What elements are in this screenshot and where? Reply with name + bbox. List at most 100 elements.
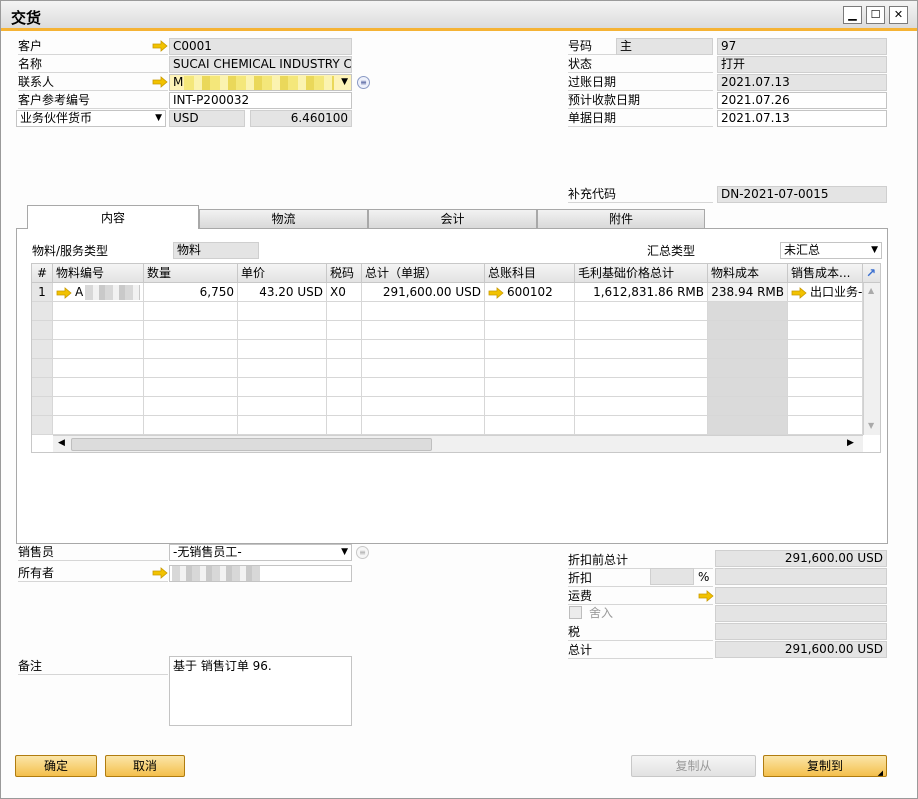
empty-grid-cell[interactable] xyxy=(575,321,708,340)
due-date-field[interactable]: 2021.07.26 xyxy=(717,92,887,109)
empty-grid-cell[interactable] xyxy=(238,397,327,416)
col-header-unit-price[interactable]: 单价 xyxy=(238,264,327,283)
cell-item-no[interactable]: A xyxy=(53,283,144,302)
customer-field[interactable]: C0001 xyxy=(169,38,352,55)
sales-employee-info-icon[interactable]: ≡ xyxy=(356,546,369,559)
cell-quantity[interactable]: 6,750 xyxy=(144,283,238,302)
minimize-button[interactable]: ▁ xyxy=(843,6,862,24)
scroll-down-icon[interactable]: ▼ xyxy=(868,421,874,430)
empty-grid-cell[interactable] xyxy=(53,378,144,397)
name-field[interactable]: SUCAI CHEMICAL INDUSTRY CO xyxy=(169,56,352,73)
col-header-gross-profit-base[interactable]: 毛利基础价格总计 xyxy=(575,264,708,283)
grid-settings-corner[interactable]: ↗ xyxy=(863,264,880,283)
owner-field[interactable] xyxy=(169,565,352,582)
remarks-textarea[interactable]: 基于 销售订单 96. xyxy=(169,656,352,726)
empty-grid-cell[interactable] xyxy=(327,378,362,397)
empty-grid-cell[interactable] xyxy=(327,321,362,340)
empty-grid-cell[interactable] xyxy=(362,359,485,378)
empty-grid-cell[interactable] xyxy=(575,302,708,321)
posting-date-field[interactable]: 2021.07.13 xyxy=(717,74,887,91)
link-arrow-icon[interactable] xyxy=(152,567,168,579)
col-header-item-cost[interactable]: 物料成本 xyxy=(708,264,788,283)
empty-grid-cell[interactable] xyxy=(32,321,53,340)
cell-gl-account[interactable]: 600102 xyxy=(485,283,575,302)
empty-grid-cell[interactable] xyxy=(788,340,863,359)
empty-grid-cell[interactable] xyxy=(485,340,575,359)
empty-grid-cell[interactable] xyxy=(53,397,144,416)
doc-number-field[interactable]: 97 xyxy=(717,38,887,55)
supp-code-field[interactable]: DN-2021-07-0015 xyxy=(717,186,887,203)
empty-grid-cell[interactable] xyxy=(327,416,362,435)
empty-grid-cell[interactable] xyxy=(327,302,362,321)
sales-employee-select[interactable]: -无销售员工- ▼ xyxy=(169,544,352,561)
close-button[interactable]: ✕ xyxy=(889,6,908,24)
empty-grid-cell[interactable] xyxy=(788,397,863,416)
tab-contents[interactable]: 内容 xyxy=(27,205,199,229)
tab-attachments[interactable]: 附件 xyxy=(537,209,705,229)
empty-grid-cell[interactable] xyxy=(53,321,144,340)
empty-grid-cell[interactable] xyxy=(362,302,485,321)
link-arrow-icon[interactable] xyxy=(56,287,72,299)
empty-grid-cell[interactable] xyxy=(788,378,863,397)
empty-grid-cell[interactable] xyxy=(788,359,863,378)
freight-field[interactable] xyxy=(715,587,887,604)
summary-type-select[interactable]: 未汇总 ▼ xyxy=(780,242,882,259)
empty-grid-cell[interactable] xyxy=(327,397,362,416)
empty-grid-cell[interactable] xyxy=(485,321,575,340)
grid-vertical-scrollbar[interactable]: ▲ ▼ xyxy=(863,283,880,435)
col-header-gl-account[interactable]: 总账科目 xyxy=(485,264,575,283)
cancel-button[interactable]: 取消 xyxy=(105,755,185,777)
scroll-up-icon[interactable]: ▲ xyxy=(868,286,874,295)
empty-grid-cell[interactable] xyxy=(327,340,362,359)
empty-grid-cell[interactable] xyxy=(485,359,575,378)
empty-grid-cell[interactable] xyxy=(32,397,53,416)
copy-from-button[interactable]: 复制从 xyxy=(631,755,756,777)
tab-accounting[interactable]: 会计 xyxy=(368,209,537,229)
empty-grid-cell[interactable] xyxy=(144,397,238,416)
empty-grid-cell[interactable] xyxy=(144,321,238,340)
empty-grid-cell[interactable] xyxy=(238,321,327,340)
empty-grid-cell[interactable] xyxy=(485,416,575,435)
link-arrow-icon[interactable] xyxy=(791,287,807,299)
contact-select[interactable]: M ▼ xyxy=(169,74,352,91)
empty-grid-cell[interactable] xyxy=(485,397,575,416)
link-arrow-icon[interactable] xyxy=(152,40,168,52)
exchange-rate-field[interactable]: 6.460100 xyxy=(250,110,352,127)
empty-grid-cell[interactable] xyxy=(575,359,708,378)
ok-button[interactable]: 确定 xyxy=(15,755,97,777)
scroll-right-icon[interactable]: ▶ xyxy=(847,438,854,448)
empty-grid-cell[interactable] xyxy=(788,302,863,321)
customer-ref-field[interactable]: INT-P200032 xyxy=(169,92,352,109)
empty-grid-cell[interactable] xyxy=(144,378,238,397)
empty-grid-cell[interactable] xyxy=(32,340,53,359)
cell-tax-code[interactable]: X0 xyxy=(327,283,362,302)
row-number[interactable]: 1 xyxy=(32,283,53,302)
empty-grid-cell[interactable] xyxy=(144,416,238,435)
empty-grid-cell[interactable] xyxy=(327,359,362,378)
empty-grid-cell[interactable] xyxy=(32,302,53,321)
scroll-thumb[interactable] xyxy=(71,438,432,451)
link-arrow-icon[interactable] xyxy=(152,76,168,88)
empty-grid-cell[interactable] xyxy=(32,416,53,435)
rounding-checkbox[interactable] xyxy=(569,606,582,619)
empty-grid-cell[interactable] xyxy=(53,340,144,359)
empty-grid-cell[interactable] xyxy=(238,378,327,397)
empty-grid-cell[interactable] xyxy=(575,340,708,359)
empty-grid-cell[interactable] xyxy=(362,416,485,435)
cell-unit-price[interactable]: 43.20 USD xyxy=(238,283,327,302)
empty-grid-cell[interactable] xyxy=(788,416,863,435)
empty-grid-cell[interactable] xyxy=(238,340,327,359)
empty-grid-cell[interactable] xyxy=(575,397,708,416)
empty-grid-cell[interactable] xyxy=(32,359,53,378)
series-select[interactable]: 主 xyxy=(616,38,713,55)
empty-grid-cell[interactable] xyxy=(362,321,485,340)
link-arrow-icon[interactable] xyxy=(698,590,714,602)
discount-amount-field[interactable] xyxy=(715,568,887,585)
empty-grid-cell[interactable] xyxy=(53,416,144,435)
tab-logistics[interactable]: 物流 xyxy=(199,209,368,229)
empty-grid-cell[interactable] xyxy=(32,378,53,397)
cell-cogs[interactable]: 出口业务- xyxy=(788,283,863,302)
empty-grid-cell[interactable] xyxy=(485,378,575,397)
empty-grid-cell[interactable] xyxy=(53,359,144,378)
grid-horizontal-scrollbar[interactable]: ◀ ▶ xyxy=(53,435,863,452)
